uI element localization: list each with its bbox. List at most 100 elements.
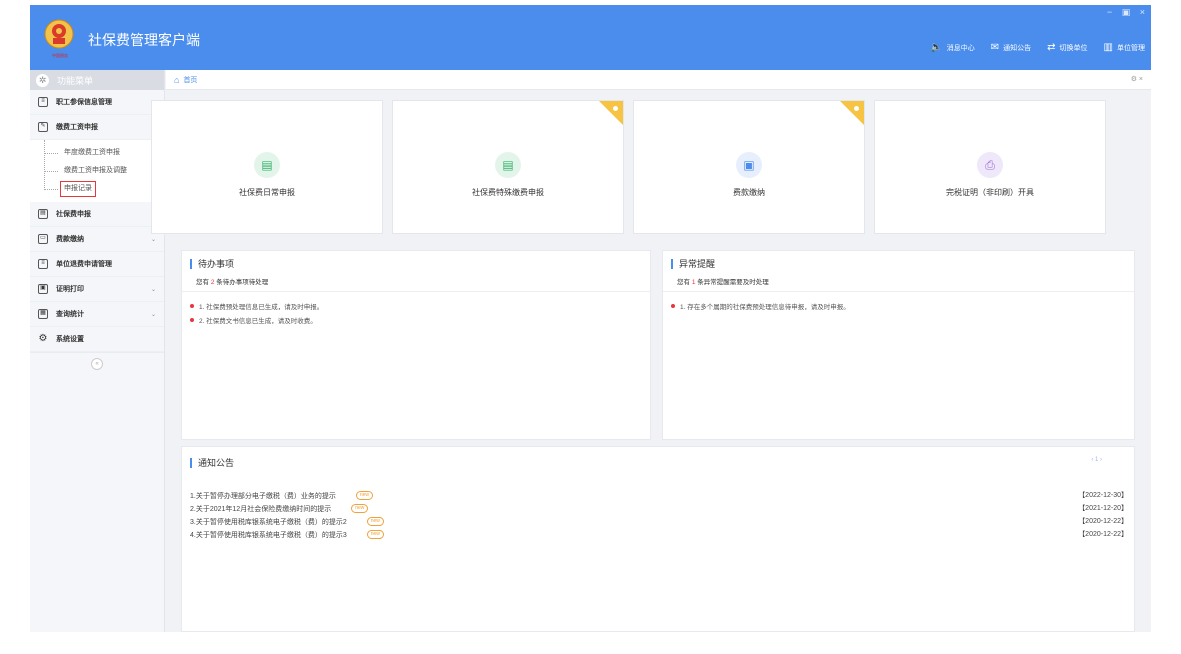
tree-branch (44, 153, 58, 154)
card-tax-certificate[interactable]: ⎙ 完税证明（非印刷）开具 (874, 100, 1106, 234)
printer-icon: ⎙ (977, 152, 1003, 178)
subitem-annual-wage[interactable]: 年度缴费工资申报 (30, 144, 164, 162)
nav-unit-manage[interactable]: ▥ 单位管理 (1104, 42, 1145, 53)
speaker-icon: 🔈 (930, 42, 943, 53)
new-badge: new (366, 530, 384, 539)
app-header: 中国税务 社保费管理客户端 − ▣ × 🔈 消息中心 ✉ 通知公告 ⇄ 切换单位… (30, 5, 1151, 70)
sidebar-item-label: 缴费工资申报 (56, 124, 98, 131)
list-item[interactable]: 1. 社保费预处理信息已生成，请及时申报。 (190, 299, 642, 313)
notice-date: 【2022-12-30】 (1078, 492, 1128, 499)
corner-badge (840, 101, 864, 125)
card-label: 完税证明（非印刷）开具 (946, 188, 1034, 197)
document-icon: ▤ (495, 152, 521, 178)
summary-prefix: 您有 (677, 279, 690, 286)
corner-dot (854, 106, 859, 111)
sidebar-item-certificate-print[interactable]: ▣ 证明打印 ⌄ (30, 277, 164, 302)
nav-message-center[interactable]: 🔈 消息中心 (930, 42, 974, 53)
notice-row[interactable]: 1.关于暂停办理部分电子缴税（费）业务的提示 new 【2022-12-30】 (190, 489, 1128, 502)
list-item[interactable]: 1. 存在多个属期的社保费预处理信息待申报，请及时申报。 (671, 299, 1126, 313)
notice-list: 1.关于暂停办理部分电子缴税（费）业务的提示 new 【2022-12-30】 … (190, 489, 1128, 541)
tax-emblem-logo (44, 19, 74, 49)
sidebar-item-label: 社保费申报 (56, 211, 91, 218)
subitem-label: 年度缴费工资申报 (64, 149, 120, 156)
breadcrumb: ⌂ 首页 ⚙ × (166, 70, 1151, 90)
app-window: 中国税务 社保费管理客户端 − ▣ × 🔈 消息中心 ✉ 通知公告 ⇄ 切换单位… (30, 5, 1151, 632)
card-daily-declaration[interactable]: ▤ 社保费日常申报 (151, 100, 383, 234)
card-label: 费款缴纳 (733, 188, 765, 197)
sidebar-collapse-row: « (30, 352, 164, 374)
close-button[interactable]: × (1140, 7, 1145, 17)
collapse-sidebar-button[interactable]: « (91, 357, 103, 370)
sidebar-item-label: 查询统计 (56, 311, 84, 318)
notice-row[interactable]: 2.关于2021年12月社会保险费缴纳时间的提示 new 【2021-12-20… (190, 502, 1128, 515)
divider (663, 291, 1134, 292)
refund-icon: ≡ (38, 259, 48, 269)
sidebar-item-employee-insurance[interactable]: ≡ 职工参保信息管理 (30, 90, 164, 115)
notice-pager[interactable]: ‹ 1 › (1091, 457, 1102, 463)
subitem-declaration-record[interactable]: 申报记录 (30, 180, 164, 198)
summary-suffix: 条待办事项待处理 (216, 279, 269, 286)
list-item-text: 1. 社保费预处理信息已生成，请及时申报。 (199, 304, 324, 311)
tree-branch (44, 171, 58, 172)
menu-gear-icon: ✲ (36, 73, 49, 87)
sidebar-submenu: 年度缴费工资申报 缴费工资申报及调整 申报记录 (30, 140, 164, 202)
sidebar-item-label: 证明打印 (56, 286, 84, 293)
new-badge: new (351, 504, 369, 513)
nav-switch-unit[interactable]: ⇄ 切换单位 (1047, 42, 1087, 53)
nav-notice[interactable]: ✉ 通知公告 (991, 42, 1031, 53)
card-fee-payment[interactable]: ▣ 费款缴纳 (633, 100, 865, 234)
breadcrumb-home[interactable]: 首页 (183, 75, 197, 85)
notice-date: 【2020-12-22】 (1078, 531, 1128, 538)
notice-text: 2.关于2021年12月社会保险费缴纳时间的提示 (190, 505, 332, 513)
corner-badge (599, 101, 623, 125)
card-special-declaration[interactable]: ▤ 社保费特殊缴费申报 (392, 100, 624, 234)
sidebar-item-query-stats[interactable]: ▦ 查询统计 ⌄ (30, 302, 164, 327)
sidebar-item-social-fee-declaration[interactable]: ▤ 社保费申报 ⌄ (30, 202, 164, 227)
notice-row[interactable]: 3.关于暂停使用税库银系统电子缴税（费）的提示2 new 【2020-12-22… (190, 515, 1128, 528)
alert-title: 异常提醒 (671, 259, 715, 269)
alert-summary: 您有 1 条异常提醒需要及时处理 (677, 276, 769, 286)
quick-cards: ▤ 社保费日常申报 ▤ 社保费特殊缴费申报 ▣ 费款缴纳 ⎙ 完税证明（非印刷）… (151, 100, 1106, 234)
alert-count: 1 (691, 279, 696, 286)
nav-label: 切换单位 (1059, 44, 1088, 52)
notice-panel: 通知公告 ‹ 1 › 1.关于暂停办理部分电子缴税（费）业务的提示 new 【2… (181, 446, 1135, 632)
nav-label: 单位管理 (1117, 44, 1145, 52)
notice-row[interactable]: 4.关于暂停使用税库银系统电子缴税（费）的提示3 new 【2020-12-22… (190, 528, 1128, 541)
notice-title: 通知公告 (190, 458, 234, 468)
edit-icon: ✎ (38, 122, 48, 132)
corner-dot (613, 106, 618, 111)
notice-text: 4.关于暂停使用税库银系统电子缴税（费）的提示3 (190, 531, 347, 539)
chart-icon: ▦ (38, 309, 48, 319)
sidebar-header-label: 功能菜单 (57, 75, 94, 86)
sidebar-header: ✲ 功能菜单 (30, 70, 164, 90)
list-item[interactable]: 2. 社保费文书信息已生成，请及时收费。 (190, 313, 642, 327)
tab-tools[interactable]: ⚙ × (1131, 75, 1143, 83)
sidebar-item-label: 单位退费申请管理 (56, 261, 112, 268)
card-label: 社保费日常申报 (239, 188, 295, 197)
sidebar-item-wage-declaration[interactable]: ✎ 缴费工资申报 ⌃ (30, 115, 164, 140)
subitem-label-active: 申报记录 (60, 181, 96, 197)
todo-panel: 待办事项 您有 2 条待办事项待处理 1. 社保费预处理信息已生成，请及时申报。… (181, 250, 651, 440)
sidebar-item-fee-payment[interactable]: ▭ 费款缴纳 ⌄ (30, 227, 164, 252)
summary-prefix: 您有 (196, 279, 209, 286)
notice-text: 1.关于暂停办理部分电子缴税（费）业务的提示 (190, 492, 336, 500)
chevron-down-icon: ⌄ (150, 286, 156, 293)
sidebar-item-refund[interactable]: ≡ 单位退费申请管理 (30, 252, 164, 277)
todo-list: 1. 社保费预处理信息已生成，请及时申报。 2. 社保费文书信息已生成，请及时收… (190, 299, 642, 327)
notice-text: 3.关于暂停使用税库银系统电子缴税（费）的提示2 (190, 518, 347, 526)
subitem-wage-adjust[interactable]: 缴费工资申报及调整 (30, 162, 164, 180)
home-icon: ⌂ (174, 74, 180, 85)
sidebar: ✲ 功能菜单 ≡ 职工参保信息管理 ✎ 缴费工资申报 ⌃ 年度缴费工资申报 缴费… (30, 70, 165, 632)
chevron-down-icon: ⌄ (150, 311, 156, 318)
switch-icon: ⇄ (1047, 42, 1056, 53)
list-icon: ≡ (38, 97, 48, 107)
restore-button[interactable]: ▣ (1122, 7, 1131, 17)
sidebar-item-system-settings[interactable]: ⚙ 系统设置 (30, 327, 164, 352)
bookmark-icon: ▣ (736, 152, 762, 178)
summary-suffix: 条异常提醒需要及时处理 (697, 279, 769, 286)
todo-count: 2 (210, 279, 215, 286)
minimize-button[interactable]: − (1107, 7, 1112, 17)
sidebar-item-label: 职工参保信息管理 (56, 99, 112, 106)
building-icon: ▥ (1103, 42, 1113, 53)
nav-label: 消息中心 (946, 44, 975, 52)
